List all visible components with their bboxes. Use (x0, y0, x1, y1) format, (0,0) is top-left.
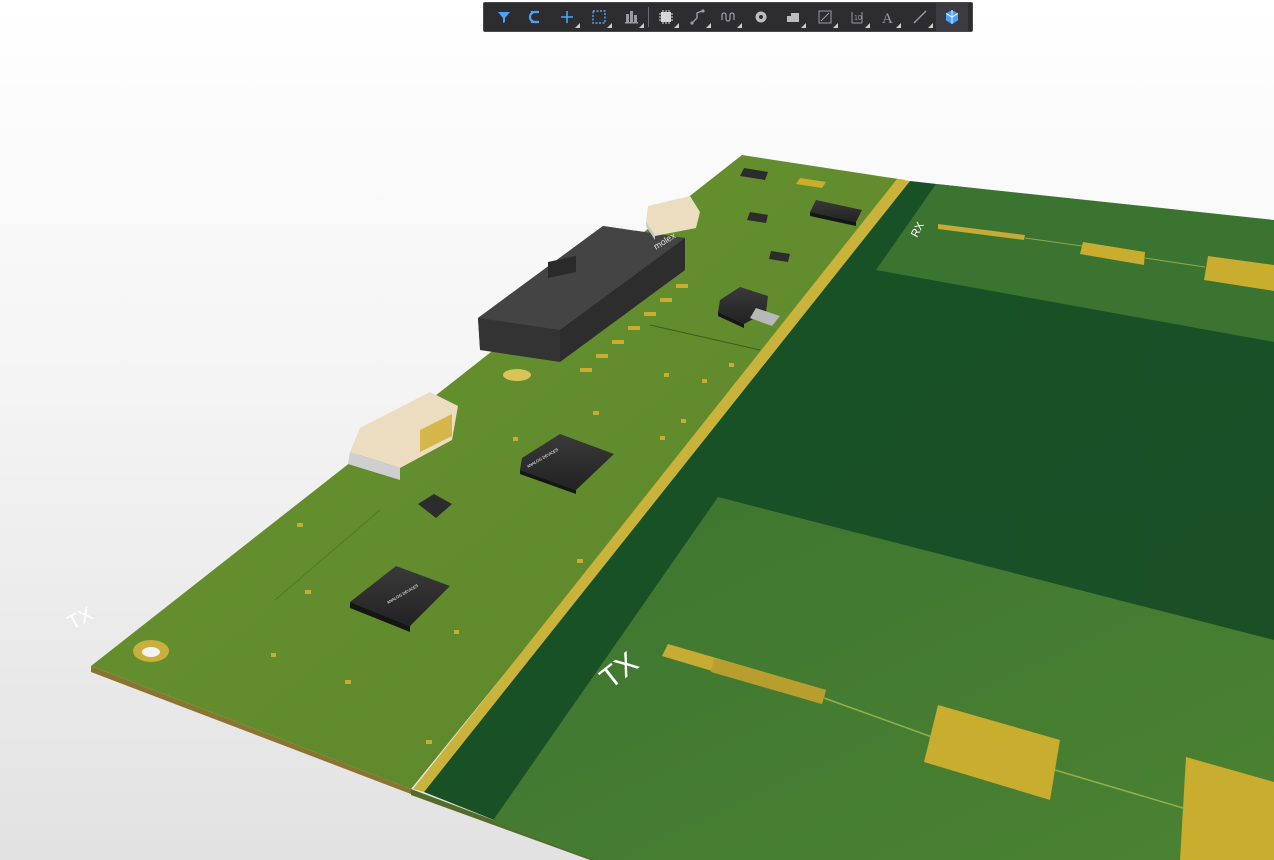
add-button[interactable] (552, 3, 584, 31)
dropdown-arrow-icon (575, 23, 581, 28)
pcb-active-bar-toolbar: 10 A (483, 2, 973, 32)
dimension-icon (818, 10, 832, 24)
text-button[interactable]: A (873, 3, 905, 31)
route-track-icon (690, 9, 705, 25)
component-button[interactable] (650, 3, 682, 31)
length-tuning-button[interactable] (714, 3, 746, 31)
snap-button[interactable] (520, 3, 552, 31)
line-button[interactable] (904, 3, 936, 31)
designator-string-icon: 10 (851, 12, 863, 24)
component-chip-icon (658, 10, 673, 24)
mounting-hole-center (142, 647, 160, 657)
polygon-fill-icon (787, 13, 800, 22)
toolbar-separator (647, 7, 649, 27)
interactive-length-icon (721, 12, 736, 22)
svg-text:A: A (882, 11, 893, 26)
filter-icon (497, 12, 510, 23)
route-button[interactable] (682, 3, 714, 31)
align-button[interactable] (615, 3, 647, 31)
select-button[interactable] (583, 3, 615, 31)
via-button[interactable] (745, 3, 777, 31)
pcb-3d-viewport[interactable]: TX RX TX molex ANALOG DEVICES ANALOG DEV… (0, 0, 1274, 860)
text-a-icon: A (882, 11, 893, 26)
dropdown-arrow-icon (832, 23, 838, 28)
via-pad-icon (755, 11, 767, 23)
dropdown-arrow-icon (800, 23, 806, 28)
dropdown-arrow-icon (607, 23, 613, 28)
dropdown-arrow-icon (896, 23, 902, 28)
dropdown-arrow-icon (737, 23, 743, 28)
dropdown-arrow-icon (705, 23, 711, 28)
dropdown-arrow-icon (864, 23, 870, 28)
designator-button[interactable]: 10 (841, 3, 873, 31)
polygon-button[interactable] (777, 3, 809, 31)
dropdown-arrow-icon (928, 23, 934, 28)
align-bars-icon (625, 11, 639, 24)
3d-body-button[interactable] (936, 3, 968, 31)
dropdown-arrow-icon (638, 23, 644, 28)
select-rect-icon (592, 10, 606, 24)
silk-tx-left: TX (64, 603, 97, 634)
3d-body-icon (945, 10, 959, 24)
dropdown-arrow-icon (673, 23, 679, 28)
filter-button[interactable] (488, 3, 520, 31)
dimension-button[interactable] (809, 3, 841, 31)
add-cross-icon (561, 11, 574, 23)
svg-text:10: 10 (854, 15, 862, 22)
snap-magnet-icon (528, 10, 539, 24)
line-icon (913, 10, 927, 24)
